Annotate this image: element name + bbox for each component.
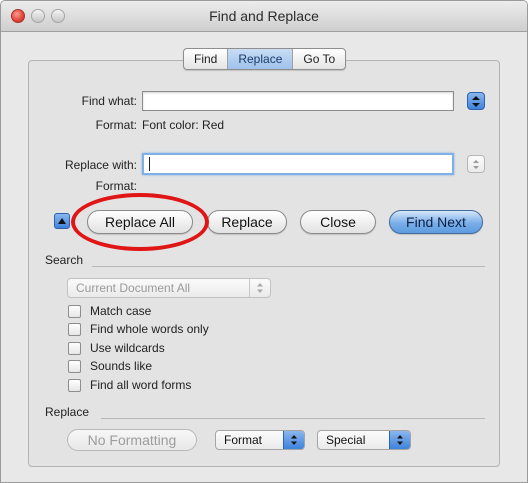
tab-go-to[interactable]: Go To bbox=[293, 49, 345, 69]
replace-with-input[interactable] bbox=[142, 153, 454, 175]
tab-find[interactable]: Find bbox=[184, 49, 229, 69]
find-format-value: Font color: Red bbox=[142, 118, 225, 132]
up-down-arrows-icon bbox=[283, 431, 304, 449]
find-options-button[interactable] bbox=[467, 92, 485, 110]
format-menu-label: Format bbox=[224, 433, 263, 447]
special-menu-label: Special bbox=[326, 433, 366, 447]
whole-words-checkbox[interactable] bbox=[68, 323, 81, 336]
sounds-like-checkbox[interactable] bbox=[68, 360, 81, 373]
whole-words-label: Find whole words only bbox=[90, 322, 209, 336]
replace-section-divider bbox=[101, 418, 485, 419]
up-down-arrows-icon bbox=[472, 95, 480, 107]
match-case-checkbox[interactable] bbox=[68, 305, 81, 318]
tab-replace[interactable]: Replace bbox=[228, 49, 294, 69]
no-formatting-button[interactable]: No Formatting bbox=[67, 429, 197, 451]
search-scope-select[interactable]: Current Document All bbox=[67, 278, 271, 298]
title-bar[interactable]: Find and Replace bbox=[1, 1, 527, 32]
search-section-divider bbox=[92, 266, 485, 267]
replace-button[interactable]: Replace bbox=[207, 210, 287, 234]
format-menu-button[interactable]: Format bbox=[215, 430, 305, 450]
search-scope-value: Current Document All bbox=[76, 281, 191, 295]
replace-section-heading: Replace bbox=[45, 405, 90, 419]
wildcards-checkbox[interactable] bbox=[68, 342, 81, 355]
text-caret bbox=[149, 157, 150, 171]
red-annotation-circle bbox=[71, 193, 209, 251]
disclosure-triangle-icon[interactable] bbox=[54, 213, 70, 229]
find-format-label: Format: bbox=[95, 118, 137, 132]
match-case-label: Match case bbox=[90, 304, 152, 318]
replace-options-button[interactable] bbox=[467, 155, 485, 173]
search-section-heading: Search bbox=[45, 253, 84, 267]
special-menu-button[interactable]: Special bbox=[317, 430, 411, 450]
up-down-arrows-icon bbox=[249, 279, 270, 297]
window-title: Find and Replace bbox=[209, 8, 319, 24]
up-down-arrows-icon bbox=[389, 431, 410, 449]
tab-bar: Find Replace Go To bbox=[183, 48, 347, 70]
find-replace-dialog: Find and Replace Find Replace Go To Find… bbox=[0, 0, 528, 483]
close-button[interactable]: Close bbox=[300, 210, 376, 234]
find-what-label: Find what: bbox=[81, 94, 137, 108]
word-forms-checkbox[interactable] bbox=[68, 379, 81, 392]
replace-format-label: Format: bbox=[95, 179, 137, 193]
sounds-like-label: Sounds like bbox=[90, 359, 153, 373]
find-next-button[interactable]: Find Next bbox=[389, 210, 483, 234]
word-forms-label: Find all word forms bbox=[90, 378, 192, 392]
up-down-arrows-icon bbox=[472, 159, 480, 170]
replace-with-label: Replace with: bbox=[64, 158, 137, 172]
find-what-input[interactable] bbox=[142, 91, 454, 111]
wildcards-label: Use wildcards bbox=[90, 341, 165, 355]
